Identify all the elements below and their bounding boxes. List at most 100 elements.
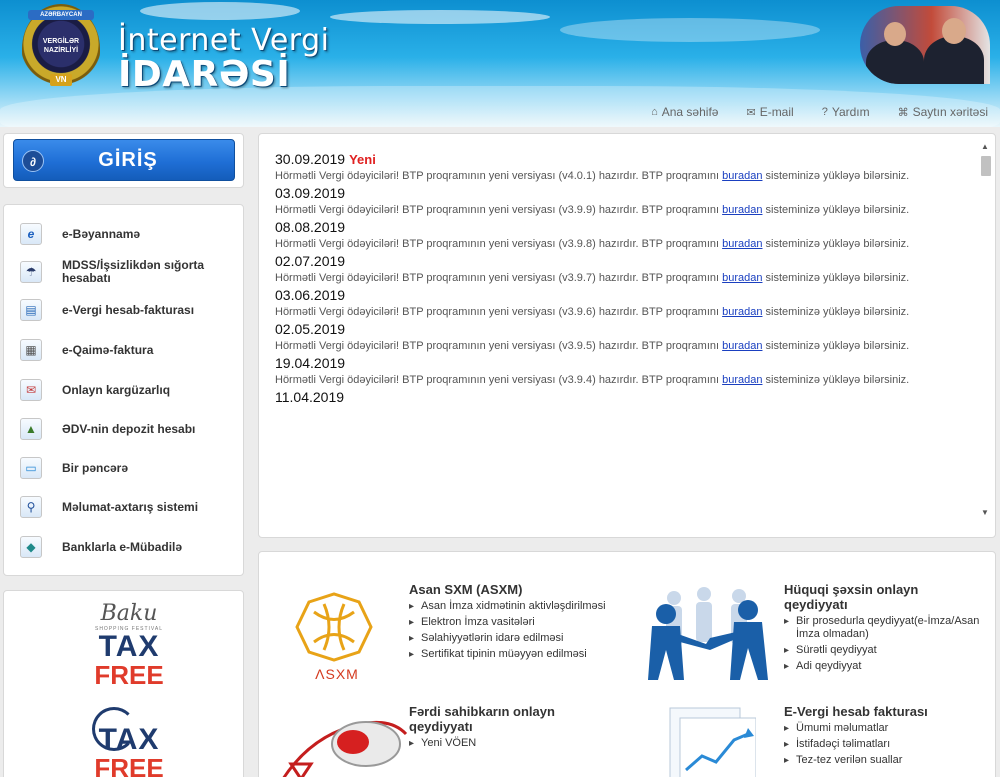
individual-entrepreneur-title[interactable]: Fərdi sahibkarın onlayn qeydiyyatı bbox=[409, 704, 609, 734]
menu-item-mdss[interactable]: ☂ MDSS/İşsizlikdən sığorta hesabatı bbox=[4, 253, 244, 291]
download-link[interactable]: buradan bbox=[722, 374, 762, 386]
portrait-figure bbox=[866, 40, 924, 84]
nav-label: E-mail bbox=[759, 105, 794, 119]
news-date: 02.05.2019 bbox=[275, 321, 971, 338]
news-date: 11.04.2019 bbox=[275, 389, 971, 406]
news-text-part: Hörmətli Vergi ödəyiciləri! BTP proqramı… bbox=[275, 204, 563, 216]
services-menu: e e-Bəyannamə ☂ MDSS/İşsizlikdən sığorta… bbox=[3, 204, 244, 576]
menu-item-info-search[interactable]: ⚲ Məlumat-axtarış sistemi bbox=[4, 488, 244, 526]
scroll-thumb[interactable] bbox=[981, 156, 991, 176]
e-vergi-invoice-link[interactable]: İstifadəçi təlimatları bbox=[784, 738, 984, 751]
news-date-text: 03.09.2019 bbox=[275, 185, 346, 201]
news-text: Hörmətli Vergi ödəyiciləri! BTP proqramı… bbox=[275, 168, 955, 185]
news-text: Hörmətli Vergi ödəyiciləri! BTP proqramı… bbox=[275, 270, 955, 287]
news-date: 02.07.2019 bbox=[275, 253, 971, 270]
news-panel[interactable]: 30.09.2019 Yeni Hörmətli Vergi ödəyiciləri… bbox=[258, 133, 996, 538]
e-vergi-invoice-link[interactable]: Ümumi məlumatlar bbox=[784, 722, 984, 735]
tax-free-promo: Baku SHOPPING FESTIVAL TAX FREE TAX FREE bbox=[3, 590, 244, 777]
news-text: Hörmətli Vergi ödəyiciləri! BTP proqramı… bbox=[275, 372, 955, 389]
menu-item-label: Onlayn kargüzarlıq bbox=[62, 382, 171, 397]
e-vergi-invoice-image[interactable] bbox=[664, 704, 757, 777]
download-link[interactable]: buradan bbox=[722, 306, 762, 318]
news-text-part: sisteminizə yükləyə bilərsiniz. bbox=[762, 170, 910, 182]
news-version: v3.9.5 bbox=[562, 340, 593, 352]
tax-free-logo-link[interactable]: TAX FREE bbox=[74, 707, 184, 777]
nav-email-link[interactable]: ✉ E-mail bbox=[746, 105, 793, 119]
news-date-text: 02.07.2019 bbox=[275, 253, 346, 269]
asxm-section: Asan SXM (ASXM) Asan İmza xidmətinin akt… bbox=[409, 582, 629, 664]
help-icon: ? bbox=[821, 106, 828, 118]
cloud-decoration bbox=[330, 10, 550, 24]
download-link[interactable]: buradan bbox=[722, 238, 762, 250]
invoice-icon: ▤ bbox=[20, 299, 42, 321]
globe-icon bbox=[92, 707, 136, 751]
asxm-list: Asan İmza xidmətinin aktivləşdirilməsi E… bbox=[409, 600, 629, 661]
top-navigation: ⌂ Ana səhifə ✉ E-mail ? Yardım ⌘ Saytın xəri… bbox=[651, 105, 988, 119]
news-item: 08.08.2019 Hörmətli Vergi ödəyiciləri! BT… bbox=[275, 219, 971, 253]
individual-entrepreneur-image[interactable] bbox=[281, 704, 411, 777]
asxm-link[interactable]: Sertifikat tipinin müəyyən edilməsi bbox=[409, 648, 629, 661]
menu-item-online-office[interactable]: ✉ Onlayn kargüzarlıq bbox=[4, 371, 244, 409]
download-link[interactable]: buradan bbox=[722, 204, 762, 216]
news-text-part: Hörmətli Vergi ödəyiciləri! BTP proqramı… bbox=[275, 170, 563, 182]
news-date-text: 02.05.2019 bbox=[275, 321, 346, 337]
download-link[interactable]: buradan bbox=[722, 170, 762, 182]
legal-entity-image[interactable] bbox=[644, 580, 774, 685]
news-scrollbar[interactable]: ▲ ▼ bbox=[978, 138, 992, 530]
nav-help-link[interactable]: ? Yardım bbox=[822, 105, 870, 119]
legal-entity-link[interactable]: Bir prosedurla qeydiyyat(e-İmza/Asan İmz… bbox=[784, 615, 984, 641]
e-vergi-invoice-title[interactable]: E-Vergi hesab fakturası bbox=[784, 704, 984, 719]
individual-entrepreneur-link[interactable]: Yeni VÖEN bbox=[409, 737, 609, 750]
logo-ribbon: AZƏRBAYCAN bbox=[28, 10, 94, 20]
e-vergi-invoice-list: Ümumi məlumatlar İstifadəçi təlimatları … bbox=[784, 722, 984, 767]
news-date-text: 11.04.2019 bbox=[275, 389, 345, 405]
menu-item-bank-exchange[interactable]: ◆ Banklarla e-Mübadilə bbox=[4, 528, 244, 566]
news-version: v3.9.6 bbox=[562, 306, 593, 318]
news-list[interactable]: 30.09.2019 Yeni Hörmətli Vergi ödəyiciləri… bbox=[259, 134, 971, 530]
individual-entrepreneur-section: Fərdi sahibkarın onlayn qeydiyyatı Yeni … bbox=[409, 704, 609, 753]
nav-home-link[interactable]: ⌂ Ana səhifə bbox=[651, 105, 718, 119]
news-text-part: sisteminizə yükləyə bilərsiniz. bbox=[762, 272, 910, 284]
tax-free-logo-link[interactable]: Baku SHOPPING FESTIVAL TAX FREE bbox=[74, 601, 184, 688]
news-version: v3.9.4 bbox=[562, 374, 593, 386]
search-icon: ⚲ bbox=[20, 496, 42, 518]
scroll-down-icon[interactable]: ▼ bbox=[978, 506, 992, 520]
news-text: Hörmətli Vergi ödəyiciləri! BTP proqramı… bbox=[275, 236, 955, 253]
asxm-title[interactable]: Asan SXM (ASXM) bbox=[409, 582, 629, 597]
legal-entity-link[interactable]: Adi qeydiyyat bbox=[784, 660, 984, 673]
asxm-link[interactable]: Asan İmza xidmətinin aktivləşdirilməsi bbox=[409, 600, 629, 613]
window-icon: ▭ bbox=[20, 457, 42, 479]
news-text-part: Hörmətli Vergi ödəyiciləri! BTP proqramı… bbox=[275, 374, 563, 386]
scroll-up-icon[interactable]: ▲ bbox=[978, 140, 992, 154]
news-item: 03.09.2019 Hörmətli Vergi ödəyiciləri! BT… bbox=[275, 185, 971, 219]
asxm-link[interactable]: Səlahiyyətlərin idarə edilməsi bbox=[409, 632, 629, 645]
ministry-logo[interactable]: AZƏRBAYCAN VERGİLƏR NAZİRLİYİ VN bbox=[22, 4, 100, 104]
asxm-link[interactable]: Elektron İmza vasitələri bbox=[409, 616, 629, 629]
menu-item-single-window[interactable]: ▭ Bir pəncərə bbox=[4, 449, 244, 487]
free-text: FREE bbox=[94, 753, 164, 777]
site-header: AZƏRBAYCAN VERGİLƏR NAZİRLİYİ VN İnterne… bbox=[0, 0, 1000, 127]
portrait-head bbox=[942, 18, 966, 44]
legal-entity-title[interactable]: Hüquqi şəxsin onlayn qeydiyyatı bbox=[784, 582, 984, 612]
menu-item-e-qaime[interactable]: ▦ e-Qaimə-faktura bbox=[4, 331, 244, 369]
download-link[interactable]: buradan bbox=[722, 340, 762, 352]
news-date-text: 30.09.2019 bbox=[275, 151, 346, 167]
nav-sitemap-link[interactable]: ⌘ Saytın xəritəsi bbox=[898, 105, 988, 119]
download-link[interactable]: buradan bbox=[722, 272, 762, 284]
asxm-logo[interactable]: ΛSXM bbox=[289, 592, 379, 682]
asxm-logo-text: ΛSXM bbox=[315, 666, 359, 682]
legal-entity-link[interactable]: Sürətli qeydiyyat bbox=[784, 644, 984, 657]
login-button[interactable]: ∂ GİRİŞ bbox=[13, 139, 235, 181]
news-date-text: 19.04.2019 bbox=[275, 355, 346, 371]
login-label: GİRİŞ bbox=[98, 148, 158, 171]
menu-item-e-vergi-invoice[interactable]: ▤ e-Vergi hesab-fakturası bbox=[4, 291, 244, 329]
menu-item-vat-deposit[interactable]: ▲ ƏDV-nin depozit hesabı bbox=[4, 410, 244, 448]
menu-item-e-beyanname[interactable]: e e-Bəyannamə bbox=[4, 215, 244, 253]
menu-item-label: MDSS/İşsizlikdən sığorta hesabatı bbox=[62, 258, 205, 285]
home-icon: ⌂ bbox=[651, 106, 658, 118]
news-text-part: sisteminizə yükləyə bilərsiniz. bbox=[762, 374, 910, 386]
e-vergi-invoice-link[interactable]: Tez-tez verilən suallar bbox=[784, 754, 984, 767]
site-title-line1: İnternet Vergi bbox=[118, 23, 330, 58]
services-panel: ΛSXM Asan SXM (ASXM) Asan İmza xidmətini… bbox=[258, 551, 996, 777]
legal-entity-section: Hüquqi şəxsin onlayn qeydiyyatı Bir pros… bbox=[784, 582, 984, 676]
